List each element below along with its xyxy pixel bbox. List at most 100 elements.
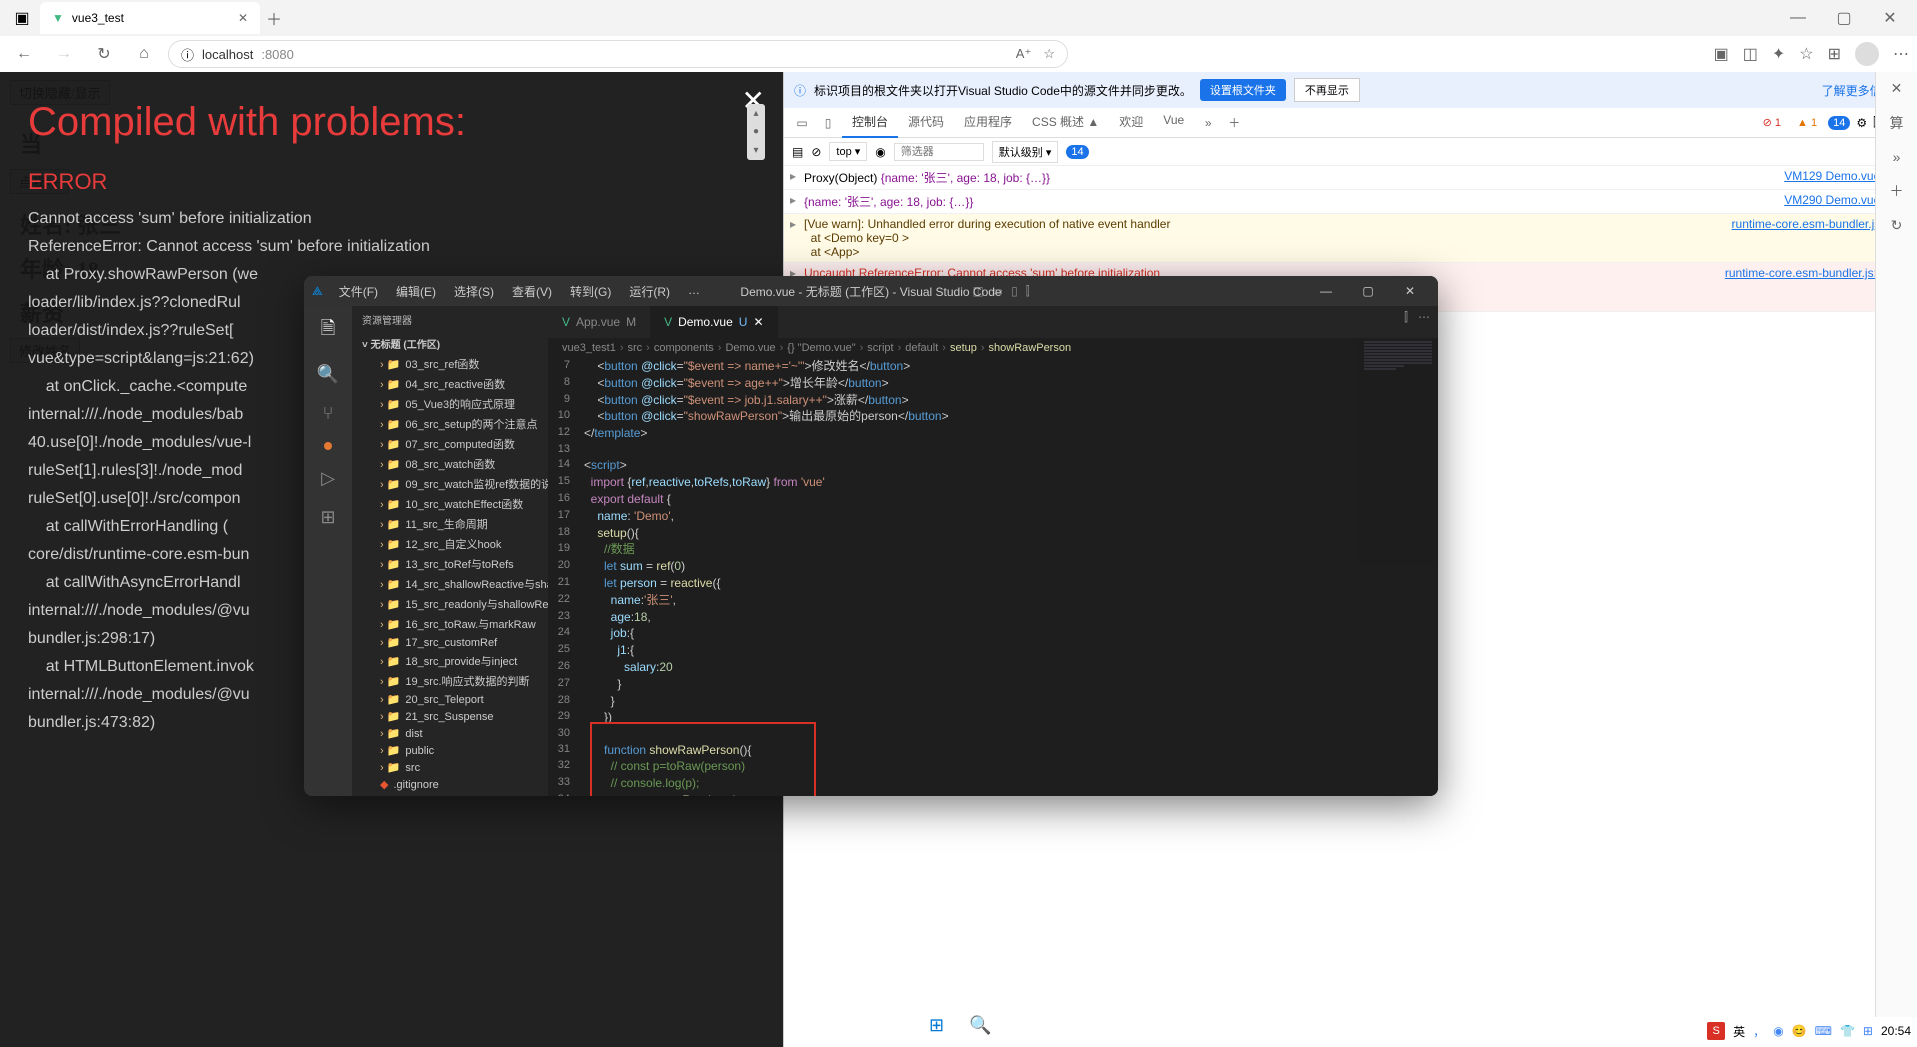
menu-item[interactable]: 文件(F) [331, 279, 386, 304]
code-line[interactable]: 26 salary:20 [548, 659, 1438, 676]
source-control-icon[interactable]: ⑂ [323, 403, 334, 424]
collections-icon[interactable]: ☆ [1799, 44, 1813, 64]
code-line[interactable]: 8 <button @click="$event => age++">增长年龄<… [548, 375, 1438, 392]
explorer-icon[interactable]: 🗎 [321, 316, 335, 346]
back-icon[interactable]: ← [8, 38, 40, 70]
vscode-title-bar[interactable]: ⟁ 文件(F)编辑(E)选择(S)查看(V)转到(G)运行(R)… Demo.v… [304, 276, 1438, 306]
device-icon[interactable]: ▯ [816, 116, 840, 130]
breadcrumb[interactable]: vue3_test1›src›components›Demo.vue›{} "D… [548, 338, 1438, 358]
code-line[interactable]: 24 job:{ [548, 625, 1438, 642]
video-icon[interactable]: ▣ [1714, 44, 1729, 64]
code-line[interactable]: 32 // const p=toRaw(person) [548, 758, 1438, 775]
ime-tool-icon[interactable]: 👕 [1840, 1024, 1855, 1038]
file-item[interactable]: › 📁 19_src.响应式数据的判断 [352, 671, 548, 691]
search-icon[interactable]: 🔍 [317, 364, 339, 385]
ime-tool-icon[interactable]: ◉ [1773, 1024, 1783, 1038]
sidebar-section[interactable]: ˅ 无标题 (工作区) [352, 333, 548, 354]
code-line[interactable]: 9 <button @click="$event => job.j1.salar… [548, 392, 1438, 409]
ime-tool-icon[interactable]: ⊞ [1863, 1024, 1873, 1038]
layout-icon[interactable]: ⫿ [1026, 284, 1030, 299]
more-icon[interactable]: ⋯ [1893, 44, 1909, 64]
close-icon[interactable]: ✕ [1891, 80, 1903, 97]
maximize-icon[interactable]: ▢ [1348, 284, 1388, 298]
avatar-icon[interactable] [1855, 42, 1879, 66]
console-row[interactable]: ▸[Vue warn]: Unhandled error during exec… [784, 214, 1917, 263]
eye-icon[interactable]: ◉ [875, 145, 885, 159]
file-item[interactable]: › 📁 14_src_shallowReactive与shallowRef [352, 574, 548, 594]
code-line[interactable]: 21 let person = reactive({ [548, 575, 1438, 592]
info-icon[interactable]: ⓘ [181, 45, 194, 64]
dont-show-button[interactable]: 不再显示 [1294, 78, 1360, 102]
code-line[interactable]: 25 j1:{ [548, 642, 1438, 659]
ime-tool-icon[interactable]: 😊 [1792, 1024, 1807, 1038]
minimize-icon[interactable]: — [1775, 2, 1821, 34]
code-line[interactable]: 15 import {ref,reactive,toRefs,toRaw} fr… [548, 474, 1438, 491]
code-line[interactable]: 28 } [548, 693, 1438, 710]
file-item[interactable]: › 📁 11_src_生命周期 [352, 514, 548, 534]
browser-tab[interactable]: ▼ vue3_test ✕ [40, 2, 260, 34]
minimap[interactable] [1358, 340, 1438, 796]
issue-count-badge[interactable]: 14 [1066, 145, 1088, 159]
menu-item[interactable]: 选择(S) [446, 279, 502, 304]
screenshot-icon[interactable]: ◫ [1743, 44, 1758, 64]
file-item[interactable]: › 📁 15_src_readonly与shallowReadonly [352, 594, 548, 614]
code-line[interactable]: 19 //数据 [548, 541, 1438, 558]
file-item[interactable]: › 📁 17_src_customRef [352, 634, 548, 651]
menu-item[interactable]: 查看(V) [504, 279, 560, 304]
extension-icon[interactable]: ✦ [1772, 44, 1785, 64]
editor-tab[interactable]: V App.vue M [548, 306, 650, 338]
plus-icon[interactable]: ＋ [1890, 181, 1904, 201]
start-icon[interactable]: ⊞ [919, 1007, 955, 1043]
devtools-tab[interactable]: Vue [1153, 107, 1194, 138]
minimize-icon[interactable]: — [1306, 284, 1346, 298]
close-icon[interactable]: ✕ [1390, 284, 1430, 298]
close-icon[interactable]: ✕ [1867, 2, 1913, 34]
file-item[interactable]: › 📁 21_src_Suspense [352, 708, 548, 725]
set-root-folder-button[interactable]: 设置根文件夹 [1200, 79, 1286, 101]
level-select[interactable]: 默认级别 ▾ [992, 141, 1059, 163]
code-line[interactable]: 13 [548, 442, 1438, 457]
new-tab-icon[interactable]: ＋ [1222, 114, 1246, 131]
close-icon[interactable]: ✕ [238, 11, 248, 25]
devtools-tab[interactable]: 源代码 [898, 107, 954, 138]
code-line[interactable]: 10 <button @click="showRawPerson">输出最原始的… [548, 408, 1438, 425]
expand-icon[interactable]: » [1893, 149, 1901, 165]
clear-console-icon[interactable]: ⊘ [811, 145, 821, 159]
refresh-icon[interactable]: ↻ [88, 38, 120, 70]
library-icon[interactable]: ⊞ [1828, 44, 1841, 64]
file-item[interactable]: › 📁 public [352, 742, 548, 759]
code-editor[interactable]: 7 <button @click="$event => name+='~'">修… [548, 358, 1438, 796]
search-icon[interactable]: 🔍 [963, 1007, 999, 1043]
file-item[interactable]: › 📁 dist [352, 725, 548, 742]
inspect-icon[interactable]: ▭ [790, 116, 814, 130]
code-line[interactable]: 12</template> [548, 425, 1438, 442]
file-item[interactable]: › 📁 09_src_watch监视ref数据的说明 [352, 474, 548, 494]
file-item[interactable]: › 📁 10_src_watchEffect函数 [352, 494, 548, 514]
home-icon[interactable]: ⌂ [128, 38, 160, 70]
history-icon[interactable]: ↻ [1891, 217, 1903, 234]
url-input[interactable]: ⓘ localhost:8080 A⁺ ☆ [168, 40, 1068, 68]
code-line[interactable]: 14<script> [548, 457, 1438, 474]
file-item[interactable]: › 📁 05_Vue3的响应式原理 [352, 394, 548, 414]
tab-overview-icon[interactable]: ▣ [4, 2, 40, 34]
code-line[interactable]: 7 <button @click="$event => name+='~'">修… [548, 358, 1438, 375]
error-count-badge[interactable]: ⊘ 1 [1758, 115, 1786, 130]
file-item[interactable]: › 📁 08_src_watch函数 [352, 454, 548, 474]
file-item[interactable]: JS babel.config.js [352, 793, 548, 796]
console-row[interactable]: ▸{name: '张三', age: 18, job: {…}}VM290 De… [784, 190, 1917, 214]
menu-item[interactable]: … [680, 279, 708, 304]
code-line[interactable]: 30 [548, 726, 1438, 741]
console-row[interactable]: ▸Proxy(Object) {name: '张三', age: 18, job… [784, 166, 1917, 190]
file-item[interactable]: › 📁 18_src_provide与inject [352, 651, 548, 671]
code-line[interactable]: 18 setup(){ [548, 525, 1438, 542]
code-line[interactable]: 33 // console.log(p); [548, 775, 1438, 792]
info-count-badge[interactable]: 14 [1828, 116, 1850, 130]
split-icon[interactable]: ⫿ [1404, 310, 1408, 325]
maximize-icon[interactable]: ▢ [1821, 2, 1867, 34]
code-line[interactable]: 29 }) [548, 709, 1438, 726]
file-item[interactable]: › 📁 16_src_toRaw.与markRaw [352, 614, 548, 634]
more-icon[interactable]: ⋯ [1418, 310, 1430, 325]
file-item[interactable]: › 📁 12_src_自定义hook [352, 534, 548, 554]
menu-item[interactable]: 运行(R) [621, 279, 678, 304]
file-item[interactable]: › 📁 src [352, 759, 548, 776]
